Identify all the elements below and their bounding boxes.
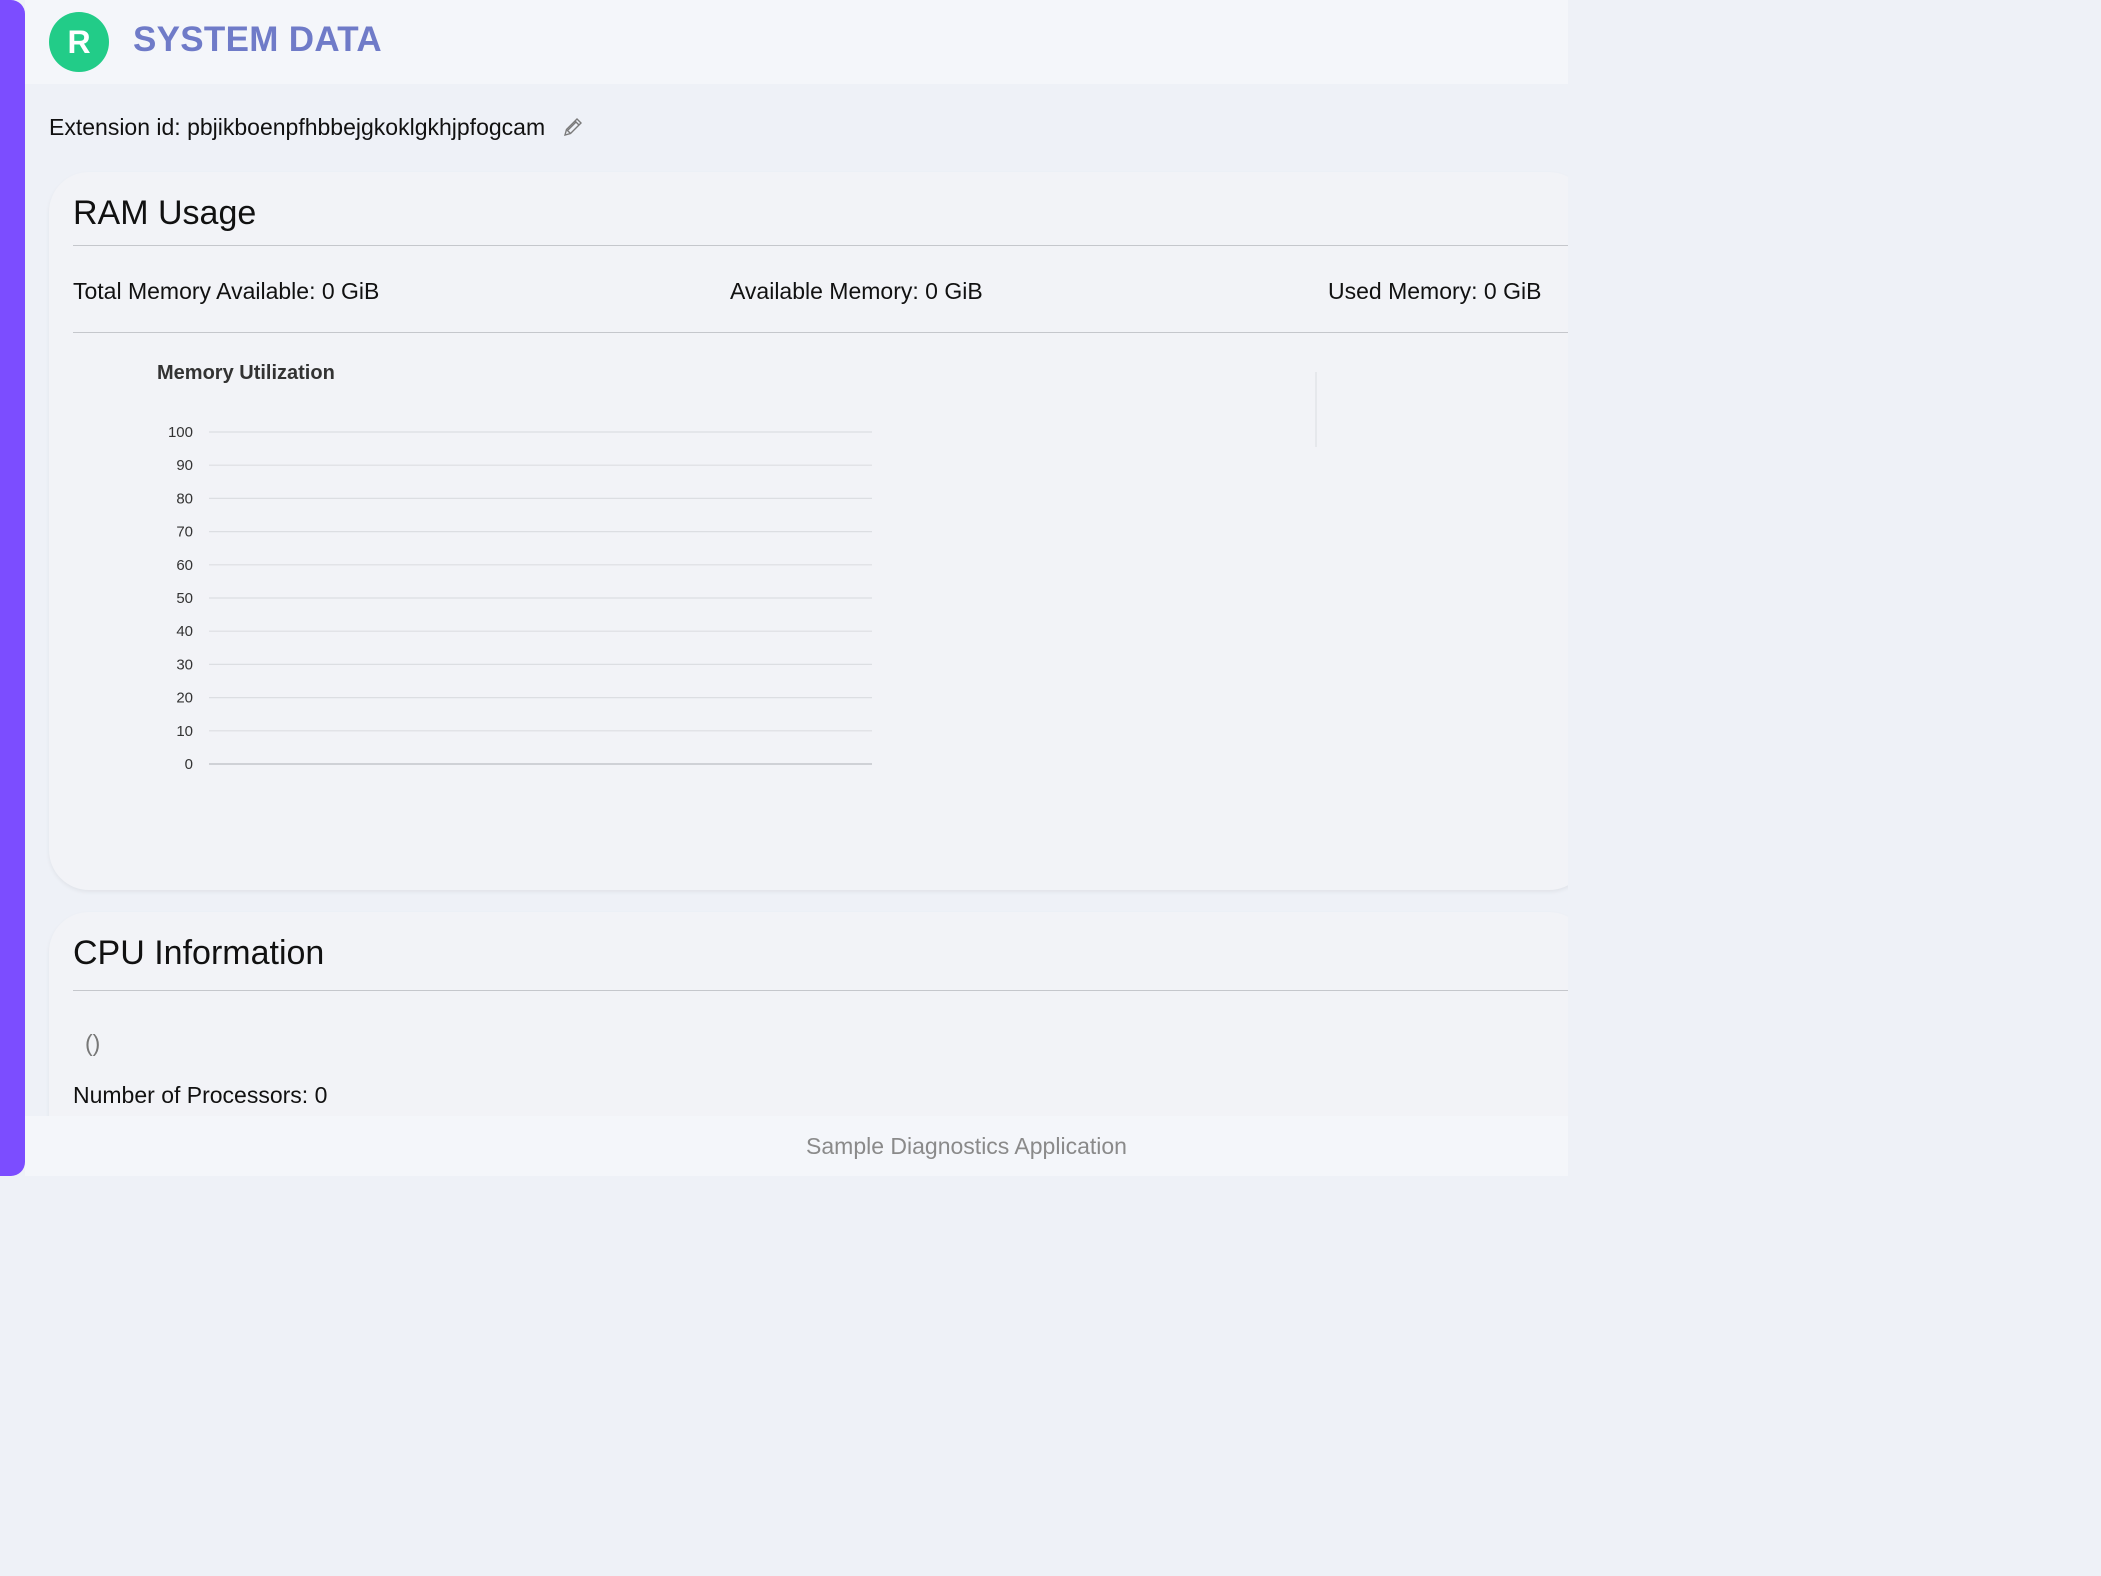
y-tick-label-50: 50	[176, 590, 193, 607]
footer: Sample Diagnostics Application	[25, 1116, 1568, 1176]
cpu-model: ()	[85, 1030, 101, 1056]
faint-divider	[1315, 372, 1317, 447]
ram-title-divider	[73, 245, 1568, 246]
y-tick-label-40: 40	[176, 623, 193, 640]
chart-title: Memory Utilization	[157, 362, 335, 384]
extension-id-label: Extension id: pbjikboenpfhbbejgkoklgkhjp…	[49, 113, 546, 140]
left-accent-bar	[0, 0, 25, 1176]
y-tick-label-20: 20	[176, 690, 193, 707]
pencil-icon[interactable]	[561, 115, 585, 139]
footer-text: Sample Diagnostics Application	[806, 1132, 1127, 1159]
header: R SYSTEM DATA	[25, 0, 1568, 84]
y-tick-label-70: 70	[176, 524, 193, 541]
y-tick-label-10: 10	[176, 723, 193, 740]
available-memory: Available Memory: 0 GiB	[730, 278, 983, 304]
ram-stats-divider	[73, 332, 1568, 333]
used-memory: Used Memory: 0 GiB	[1328, 278, 1542, 304]
y-tick-label-100: 100	[168, 424, 193, 441]
cpu-title-divider	[73, 990, 1568, 991]
processor-count: Number of Processors: 0	[73, 1082, 328, 1108]
y-tick-label-60: 60	[176, 557, 193, 574]
page-title: SYSTEM DATA	[133, 20, 382, 59]
extension-id-row: Extension id: pbjikboenpfhbbejgkoklgkhjp…	[49, 112, 585, 142]
logo-letter: R	[67, 23, 91, 60]
app-logo: R	[49, 12, 109, 72]
total-memory: Total Memory Available: 0 GiB	[73, 278, 380, 304]
memory-utilization-chart: 1009080706050403020100	[168, 424, 872, 772]
ram-usage-card: RAM Usage Total Memory Available: 0 GiB …	[49, 172, 1568, 890]
memory-stats: Total Memory Available: 0 GiB Available …	[73, 278, 1553, 308]
y-tick-label-30: 30	[176, 656, 193, 673]
y-tick-label-0: 0	[185, 756, 193, 772]
cpu-information-title: CPU Information	[73, 934, 325, 972]
ram-usage-title: RAM Usage	[73, 194, 257, 232]
app-window: R SYSTEM DATA Extension id: pbjikboenpfh…	[0, 0, 1568, 1176]
y-tick-label-90: 90	[176, 457, 193, 474]
y-tick-label-80: 80	[176, 490, 193, 507]
